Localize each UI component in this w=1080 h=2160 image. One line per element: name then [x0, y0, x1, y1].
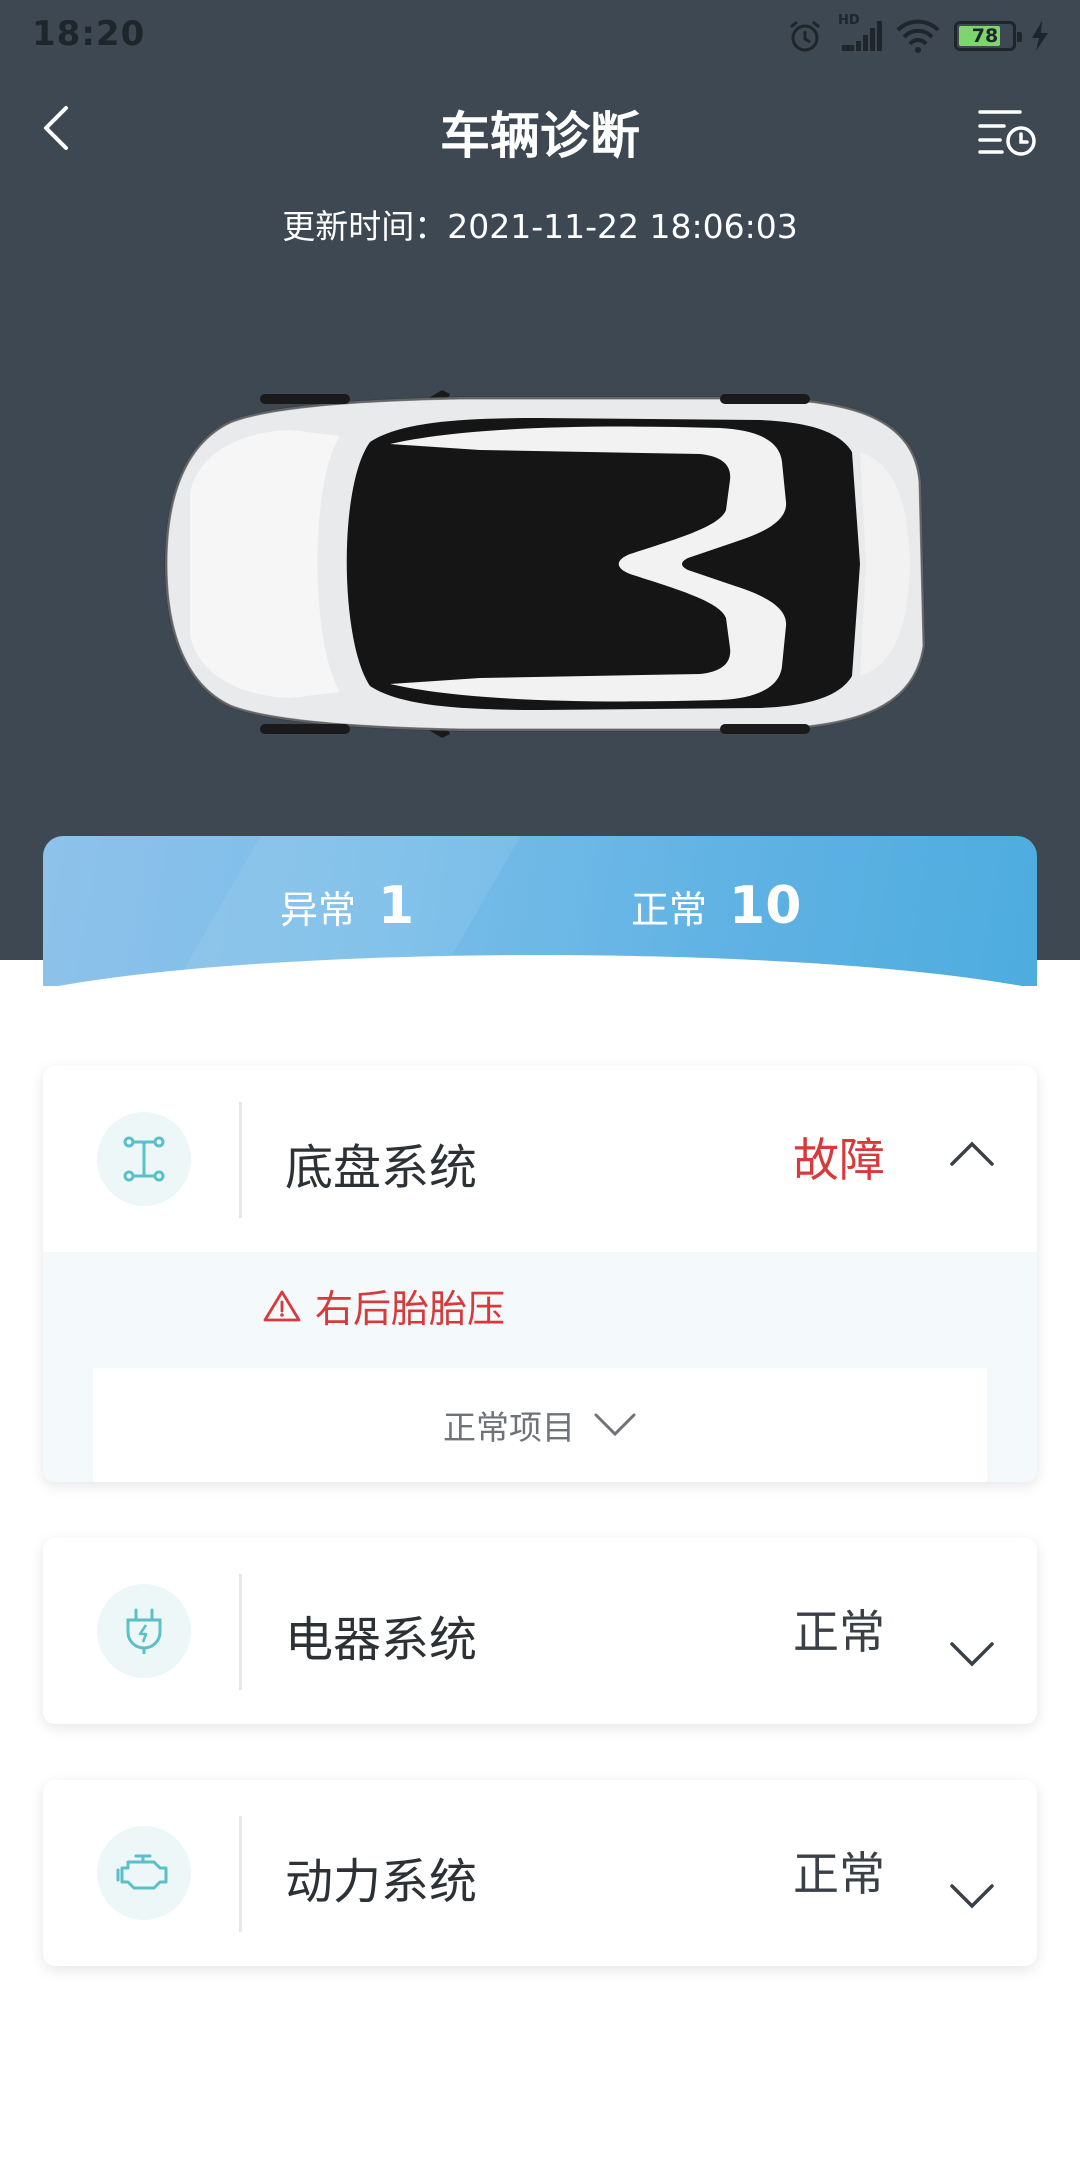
normal-count-stat: 正常 10: [631, 876, 801, 936]
battery-icon: 78: [954, 21, 1022, 51]
expand-toggle[interactable]: [947, 1630, 997, 1680]
wifi-icon: [896, 18, 940, 54]
divider: [239, 1102, 242, 1218]
status-icons: HD 78: [786, 13, 1050, 56]
system-card-details: 右后胎胎压 正常项目: [43, 1252, 1037, 1482]
expand-toggle[interactable]: [947, 1872, 997, 1922]
collapse-toggle[interactable]: [947, 1128, 997, 1178]
system-card-header[interactable]: 电器系统 正常: [43, 1538, 1037, 1724]
divider: [239, 1816, 242, 1932]
divider: [239, 1574, 242, 1690]
network-label: HD: [838, 13, 860, 28]
system-status: 故障: [793, 1133, 885, 1187]
chevron-down-icon: [594, 1413, 636, 1437]
chevron-down-icon: [950, 1642, 994, 1667]
abnormal-count-stat: 异常 1: [280, 876, 414, 936]
system-name: 底盘系统: [285, 1140, 478, 1196]
history-button[interactable]: [976, 104, 1038, 158]
fault-text: 右后胎胎压: [315, 1287, 506, 1331]
battery-percent: 78: [971, 25, 999, 47]
system-card-electrical[interactable]: 电器系统 正常: [43, 1538, 1037, 1724]
charging-bolt-icon: [1030, 19, 1050, 53]
chevron-down-icon: [950, 1884, 994, 1909]
warning-triangle-icon: [263, 1290, 301, 1321]
normal-count: 10: [729, 876, 802, 936]
update-time: 更新时间：2021-11-22 18:06:03: [282, 207, 798, 246]
system-status: 正常: [793, 1847, 885, 1901]
system-card-header[interactable]: 底盘系统 故障: [43, 1066, 1037, 1252]
fault-item: 右后胎胎压: [263, 1278, 505, 1333]
page-title: 车辆诊断: [440, 107, 640, 165]
abnormal-count: 1: [378, 876, 415, 936]
normal-items-toggle[interactable]: 正常项目: [93, 1368, 987, 1482]
electrical-plug-icon: [97, 1584, 191, 1678]
car-top-view-image: [164, 390, 926, 738]
system-card-powertrain[interactable]: 动力系统 正常: [43, 1780, 1037, 1966]
status-time: 18:20: [32, 14, 146, 54]
status-bar: 18:20 HD 78: [0, 0, 1080, 72]
alarm-icon: [786, 17, 824, 55]
system-name: 电器系统: [285, 1612, 478, 1668]
cellular-signal-icon: HD: [838, 13, 882, 55]
abnormal-label: 异常: [280, 888, 357, 932]
chassis-icon: [97, 1112, 191, 1206]
history-list-icon: [978, 110, 1036, 156]
system-name: 动力系统: [285, 1854, 478, 1910]
system-card-header[interactable]: 动力系统 正常: [43, 1780, 1037, 1966]
normal-label: 正常: [631, 888, 708, 932]
engine-icon: [97, 1826, 191, 1920]
system-status: 正常: [793, 1605, 885, 1659]
chevron-up-icon: [950, 1141, 994, 1166]
normal-items-label: 正常项目: [443, 1408, 575, 1447]
system-card-chassis: 底盘系统 故障 右后胎胎压 正常项目: [43, 1066, 1037, 1482]
